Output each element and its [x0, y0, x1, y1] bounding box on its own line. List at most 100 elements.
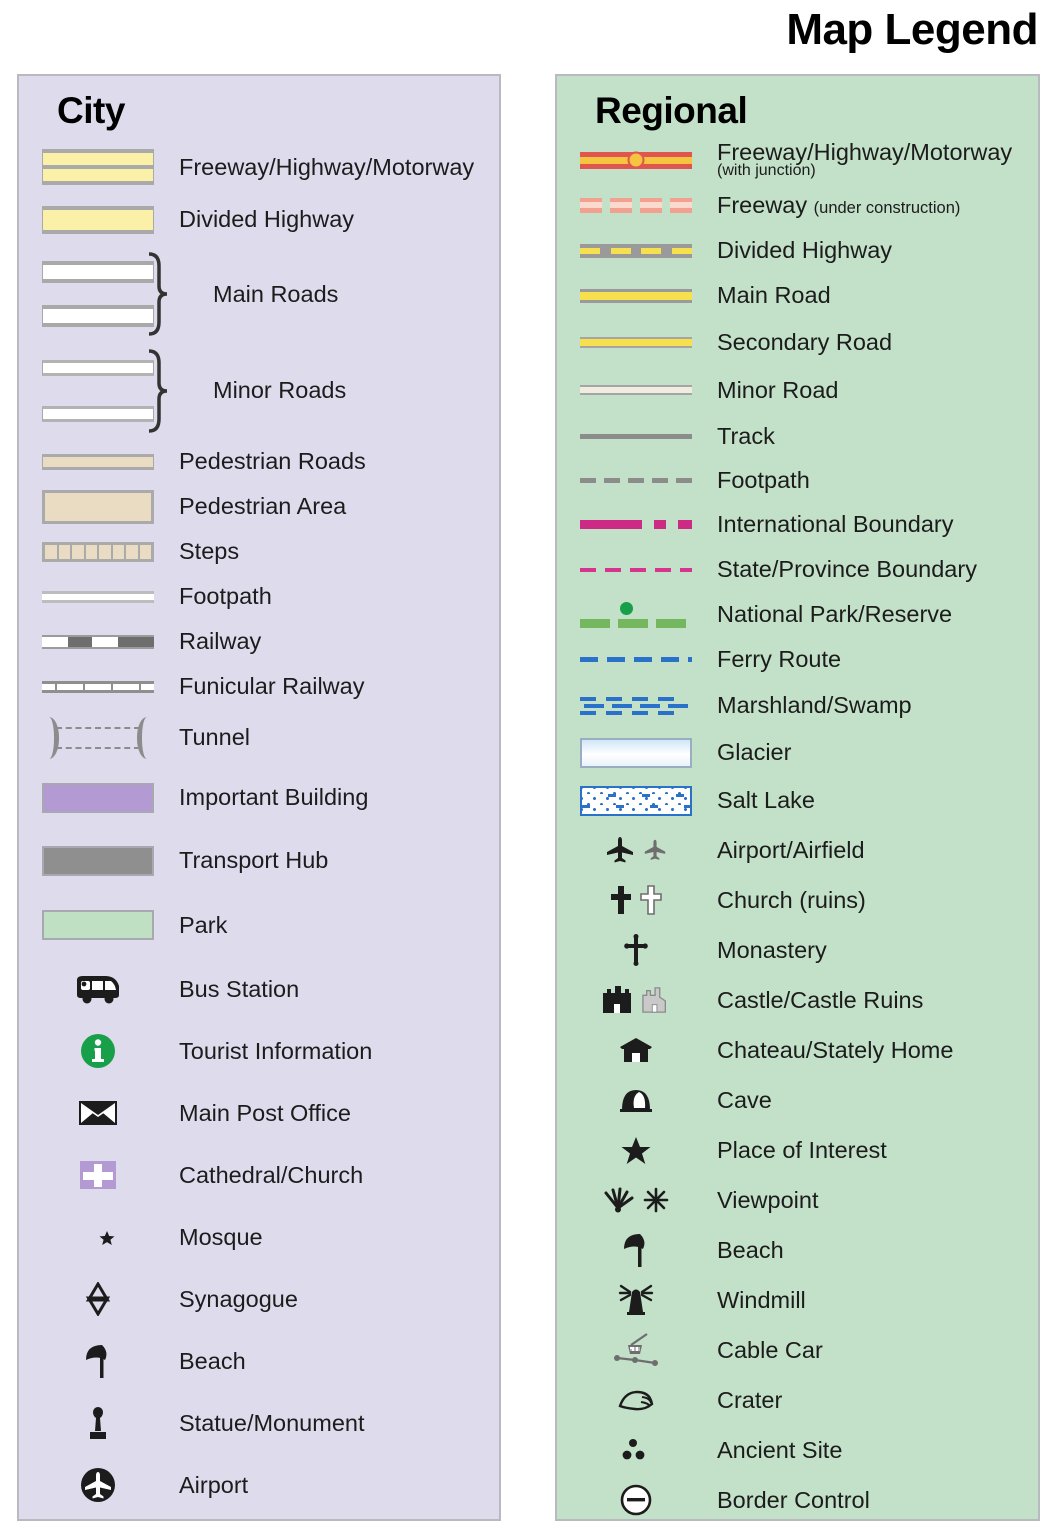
legend-row-regional-ancient-site[interactable]: Ancient Site [557, 1425, 1038, 1475]
legend-row-city-transport-hub[interactable]: Transport Hub [19, 829, 499, 892]
legend-row-regional-chateau[interactable]: Chateau/Stately Home [557, 1025, 1038, 1075]
brace-icon [147, 348, 169, 433]
legend-row-regional-divided-highway[interactable]: Divided Highway [557, 228, 1038, 273]
viewpoint-pair-icon [557, 1187, 715, 1213]
legend-row-regional-salt-lake[interactable]: Salt Lake [557, 776, 1038, 825]
legend-row-city-synagogue[interactable]: Synagogue [19, 1268, 499, 1330]
legend-label: Footpath [179, 583, 272, 610]
regional-legend-list: Freeway/Highway/Motorway (with junction)… [557, 137, 1038, 1525]
legend-label: Place of Interest [717, 1136, 887, 1163]
legend-label: Footpath [717, 466, 810, 493]
legend-row-regional-marshland[interactable]: Marshland/Swamp [557, 682, 1038, 729]
legend-row-regional-place-of-interest[interactable]: Place of Interest [557, 1125, 1038, 1175]
legend-row-city-minor-roads[interactable]: Minor Roads [19, 342, 499, 439]
legend-label: Windmill [717, 1286, 806, 1313]
legend-row-city-steps[interactable]: Steps [19, 529, 499, 574]
legend-label: Pedestrian Area [179, 493, 347, 520]
legend-label: Main Post Office [179, 1099, 351, 1126]
legend-label: Freeway/Highway/Motorway [179, 153, 475, 180]
legend-label: Border Control [717, 1486, 870, 1513]
legend-label: Glacier [717, 739, 792, 766]
legend-label: Beach [179, 1347, 246, 1374]
city-tunnel-symbol [19, 716, 177, 759]
beach-umbrella-icon [557, 1232, 715, 1268]
legend-label: Airport/Airfield [717, 836, 865, 863]
legend-row-regional-main-road[interactable]: Main Road [557, 273, 1038, 318]
city-freeway-symbol [19, 149, 177, 185]
legend-row-regional-secondary-road[interactable]: Secondary Road [557, 318, 1038, 366]
legend-row-city-divided-highway[interactable]: Divided Highway [19, 193, 499, 246]
legend-label: State/Province Boundary [717, 556, 977, 583]
legend-label: Divided Highway [179, 206, 355, 233]
legend-row-regional-cable-car[interactable]: Cable Car [557, 1325, 1038, 1375]
windmill-icon [557, 1284, 715, 1316]
legend-row-city-beach[interactable]: Beach [19, 1330, 499, 1392]
legend-row-regional-glacier[interactable]: Glacier [557, 729, 1038, 776]
legend-row-city-statue[interactable]: Statue/Monument [19, 1392, 499, 1454]
regional-panel-heading: Regional [595, 90, 748, 131]
legend-row-regional-state-boundary[interactable]: State/Province Boundary [557, 547, 1038, 592]
city-railway-symbol [19, 634, 177, 649]
city-transport-hub-symbol [19, 845, 177, 876]
legend-row-city-cathedral[interactable]: Cathedral/Church [19, 1144, 499, 1206]
legend-row-city-park[interactable]: Park [19, 892, 499, 958]
legend-row-city-pedestrian-roads[interactable]: Pedestrian Roads [19, 439, 499, 484]
legend-row-city-important-building[interactable]: Important Building [19, 766, 499, 829]
legend-row-regional-track[interactable]: Track [557, 414, 1038, 458]
city-legend-panel: City Freeway/Highway/Motorway Divided Hi… [17, 74, 501, 1521]
regional-ferry-route-symbol [557, 657, 715, 662]
legend-row-regional-national-park[interactable]: National Park/Reserve [557, 592, 1038, 637]
legend-row-regional-windmill[interactable]: Windmill [557, 1275, 1038, 1325]
legend-row-regional-beach[interactable]: Beach [557, 1225, 1038, 1275]
legend-row-city-mosque[interactable]: Mosque [19, 1206, 499, 1268]
legend-row-regional-footpath[interactable]: Footpath [557, 458, 1038, 502]
regional-national-park-symbol [557, 601, 715, 628]
legend-label: Important Building [179, 784, 369, 811]
legend-label: Steps [179, 538, 240, 565]
legend-row-city-bus-station[interactable]: Bus Station [19, 958, 499, 1020]
legend-row-city-footpath[interactable]: Footpath [19, 574, 499, 619]
legend-row-regional-border-control[interactable]: Border Control [557, 1475, 1038, 1525]
legend-label: Railway [179, 628, 262, 655]
legend-row-city-railway[interactable]: Railway [19, 619, 499, 664]
legend-label: Mosque [179, 1223, 263, 1250]
regional-secondary-road-symbol [557, 336, 715, 348]
legend-row-regional-airport[interactable]: Airport/Airfield [557, 825, 1038, 875]
legend-row-regional-castle[interactable]: Castle/Castle Ruins [557, 975, 1038, 1025]
legend-row-regional-crater[interactable]: Crater [557, 1375, 1038, 1425]
legend-row-regional-freeway-construction[interactable]: Freeway (under construction) [557, 183, 1038, 228]
regional-salt-lake-symbol [557, 785, 715, 816]
legend-row-regional-ferry-route[interactable]: Ferry Route [557, 637, 1038, 682]
legend-label: Cave [717, 1086, 772, 1113]
legend-row-city-freeway[interactable]: Freeway/Highway/Motorway [19, 141, 499, 193]
regional-freeway-junction-symbol [557, 151, 715, 169]
legend-row-city-funicular-railway[interactable]: Funicular Railway [19, 664, 499, 709]
legend-label: Minor Roads [213, 377, 347, 404]
legend-label: Ferry Route [717, 646, 842, 673]
legend-row-city-main-roads[interactable]: Main Roads [19, 246, 499, 342]
regional-divided-highway-symbol [557, 243, 715, 258]
legend-row-city-tunnel[interactable]: Tunnel [19, 709, 499, 766]
legend-row-regional-international-boundary[interactable]: International Boundary [557, 502, 1038, 547]
legend-row-regional-freeway[interactable]: Freeway/Highway/Motorway (with junction) [557, 137, 1038, 183]
legend-row-regional-viewpoint[interactable]: Viewpoint [557, 1175, 1038, 1225]
legend-row-city-airport[interactable]: Airport [19, 1454, 499, 1516]
page-title: Map Legend [786, 5, 1038, 54]
star-icon [557, 1136, 715, 1165]
legend-row-regional-church[interactable]: Church (ruins) [557, 875, 1038, 925]
legend-row-city-pedestrian-area[interactable]: Pedestrian Area [19, 484, 499, 529]
legend-row-regional-monastery[interactable]: Monastery [557, 925, 1038, 975]
legend-row-regional-minor-road[interactable]: Minor Road [557, 366, 1038, 414]
airport-circle-icon [19, 1467, 177, 1503]
legend-label-sub: (with junction) [717, 161, 816, 179]
regional-state-boundary-symbol [557, 567, 715, 572]
legend-row-city-tourist-information[interactable]: Tourist Information [19, 1020, 499, 1082]
star-of-david-icon [19, 1282, 177, 1316]
legend-label: Pedestrian Roads [179, 448, 366, 475]
crater-icon [557, 1387, 715, 1413]
city-important-building-symbol [19, 782, 177, 813]
legend-label: Transport Hub [179, 847, 329, 874]
legend-row-regional-cave[interactable]: Cave [557, 1075, 1038, 1125]
regional-legend-panel: Regional Freeway/Highway/Motorway (with … [555, 74, 1040, 1521]
legend-row-city-post-office[interactable]: Main Post Office [19, 1082, 499, 1144]
